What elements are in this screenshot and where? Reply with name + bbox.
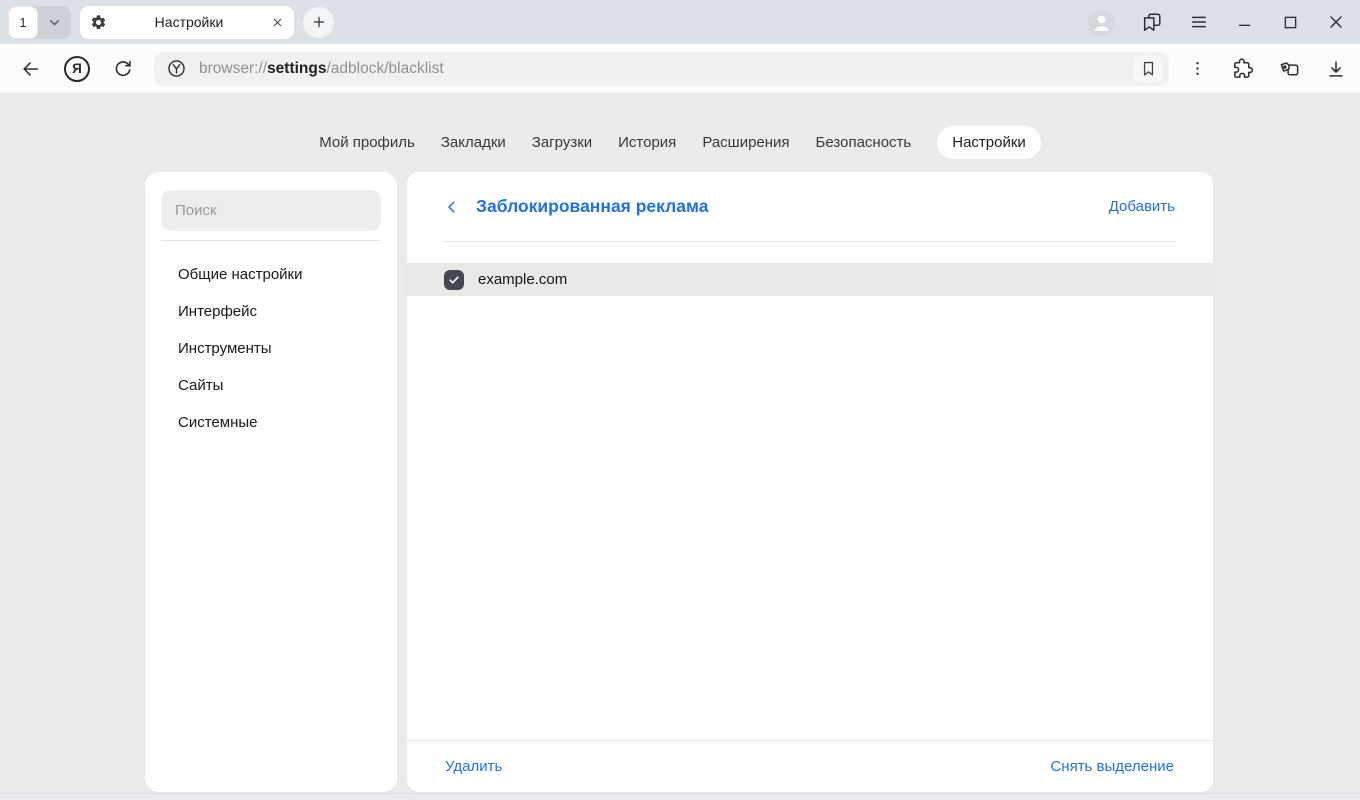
tab-count[interactable]: 1: [8, 6, 38, 39]
sidebar-menu: Общие настройки Интерфейс Инструменты Са…: [145, 256, 397, 441]
nav-tab-extensions[interactable]: Расширения: [702, 126, 789, 159]
row-checkbox[interactable]: [444, 270, 464, 290]
nav-tab-security[interactable]: Безопасность: [816, 126, 912, 159]
sidebar-item-sites[interactable]: Сайты: [145, 367, 397, 404]
blacklist-panel: Заблокированная реклама Добавить example…: [407, 172, 1213, 792]
menu-icon[interactable]: [1189, 12, 1209, 32]
site-icon: [166, 58, 187, 79]
sidebar-divider: [161, 240, 381, 241]
url-host: settings: [267, 60, 326, 77]
close-window-button[interactable]: [1326, 12, 1346, 32]
settings-page: Мой профиль Закладки Загрузки История Ра…: [0, 95, 1360, 800]
site-domain: example.com: [478, 271, 567, 288]
settings-sidebar: Общие настройки Интерфейс Инструменты Са…: [145, 172, 397, 792]
sidebar-item-system[interactable]: Системные: [145, 404, 397, 441]
tab-bar: 1 Настройки: [0, 0, 1360, 44]
tab-counter[interactable]: 1: [8, 6, 71, 39]
tab-title: Настройки: [107, 14, 271, 30]
nav-tab-history[interactable]: История: [618, 126, 676, 159]
nav-tab-profile[interactable]: Мой профиль: [319, 126, 415, 159]
profile-avatar[interactable]: [1088, 9, 1115, 36]
chevron-down-icon[interactable]: [38, 6, 71, 39]
url-text[interactable]: browser://settings/adblock/blacklist: [199, 60, 1133, 78]
nav-tab-settings[interactable]: Настройки: [937, 126, 1041, 159]
extensions-icon[interactable]: [1231, 57, 1254, 80]
panel-footer: Удалить Снять выделение: [407, 741, 1213, 792]
panel-spacer: [407, 296, 1213, 740]
list-item[interactable]: example.com: [407, 263, 1213, 296]
search-input[interactable]: [161, 202, 381, 219]
sidebar-item-tools[interactable]: Инструменты: [145, 330, 397, 367]
window-bottom-edge: [0, 793, 1360, 800]
downloads-icon[interactable]: [1325, 58, 1347, 80]
settings-nav: Мой профиль Закладки Загрузки История Ра…: [0, 126, 1360, 159]
new-tab-button[interactable]: [303, 7, 334, 38]
browser-window: 1 Настройки: [0, 0, 1360, 800]
blocked-sites-list: example.com: [407, 263, 1213, 296]
reload-button[interactable]: [112, 58, 134, 80]
nav-tab-bookmarks[interactable]: Закладки: [441, 126, 506, 159]
maximize-button[interactable]: [1281, 13, 1300, 32]
url-path: /adblock/blacklist: [327, 60, 444, 77]
collections-icon[interactable]: [1278, 57, 1301, 80]
address-toolbar: Я browser://settings/adblock/blacklist: [0, 44, 1360, 94]
search-box[interactable]: [161, 190, 381, 231]
minimize-button[interactable]: [1235, 12, 1255, 32]
gear-icon: [90, 14, 107, 31]
sidebar-item-general[interactable]: Общие настройки: [145, 256, 397, 293]
bookmarks-panel-icon[interactable]: [1141, 11, 1163, 33]
panel-title: Заблокированная реклама: [476, 196, 708, 217]
more-options-icon[interactable]: [1188, 59, 1207, 78]
panel-header: Заблокированная реклама Добавить: [407, 172, 1213, 241]
add-site-button[interactable]: Добавить: [1109, 198, 1175, 215]
yandex-logo[interactable]: Я: [64, 56, 90, 82]
url-bar[interactable]: browser://settings/adblock/blacklist: [154, 52, 1169, 86]
tab-settings[interactable]: Настройки: [80, 6, 294, 39]
url-scheme: browser://: [199, 60, 267, 77]
tab-close-icon[interactable]: [271, 16, 284, 29]
sidebar-item-interface[interactable]: Интерфейс: [145, 293, 397, 330]
back-button[interactable]: [20, 58, 42, 80]
back-chevron-icon[interactable]: [443, 198, 461, 216]
deselect-button[interactable]: Снять выделение: [1050, 758, 1174, 775]
nav-tab-downloads[interactable]: Загрузки: [532, 126, 592, 159]
header-divider: [443, 241, 1177, 242]
bookmark-icon[interactable]: [1133, 55, 1163, 83]
delete-button[interactable]: Удалить: [445, 758, 502, 775]
